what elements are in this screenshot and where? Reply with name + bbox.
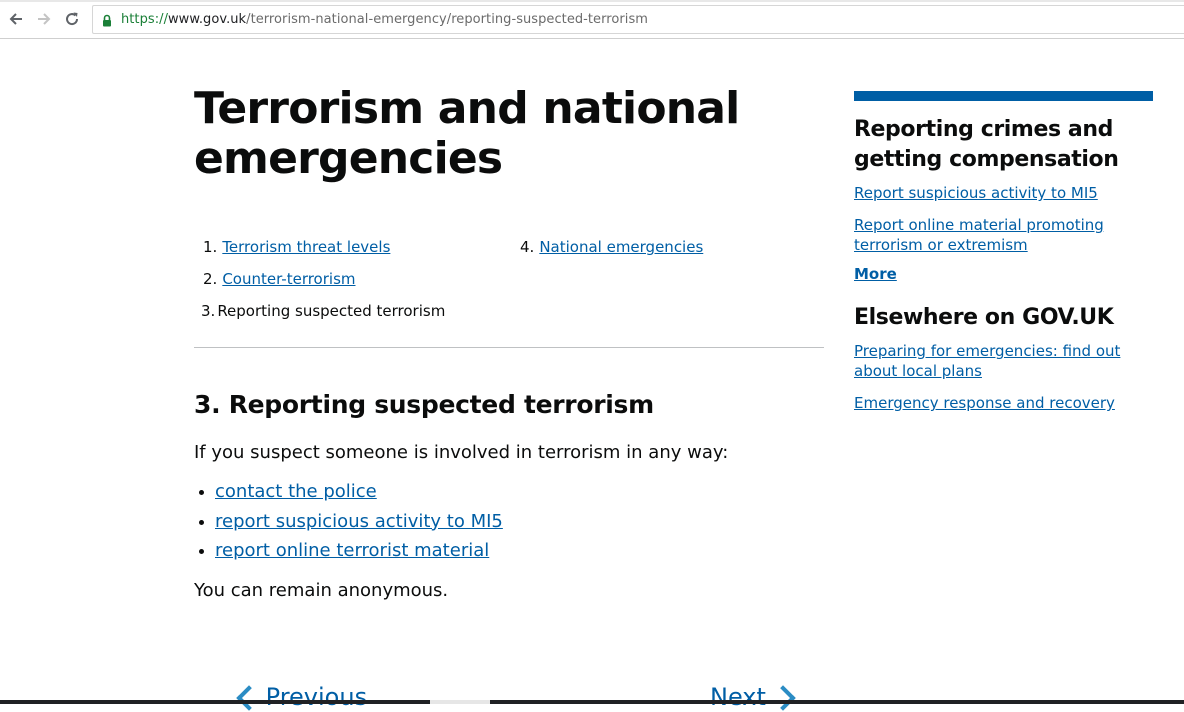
url-host: www.gov.uk bbox=[168, 12, 247, 27]
list-item: Report suspicious activity to MI5 bbox=[854, 183, 1154, 203]
url-scheme: https:// bbox=[121, 12, 168, 27]
address-bar[interactable]: https://www.gov.uk/terrorism-national-em… bbox=[92, 5, 1184, 34]
next-page-link[interactable]: Next bbox=[710, 682, 796, 712]
reload-button[interactable] bbox=[61, 8, 83, 30]
contents-link-threat-levels[interactable]: Terrorism threat levels bbox=[222, 238, 390, 256]
contents-current-label: Reporting suspected terrorism bbox=[217, 302, 446, 320]
reporting-links-list: contact the police report suspicious act… bbox=[194, 479, 503, 568]
contents-number: 2. bbox=[203, 270, 218, 288]
sidebar-link-online-material[interactable]: Report online material promoting terrori… bbox=[854, 216, 1104, 254]
sidebar-link-preparing-emergencies[interactable]: Preparing for emergencies: find out abou… bbox=[854, 342, 1120, 380]
taskbar-edge bbox=[0, 700, 1184, 704]
section-heading: 3. Reporting suspected terrorism bbox=[194, 390, 654, 419]
contents-link-national-emergencies[interactable]: National emergencies bbox=[539, 238, 703, 256]
next-label: Next bbox=[710, 683, 766, 711]
taskbar-item bbox=[430, 700, 490, 704]
back-button[interactable] bbox=[5, 8, 27, 30]
outro-text: You can remain anonymous. bbox=[194, 580, 449, 601]
contents-number: 4. bbox=[520, 238, 535, 256]
contents-number: 3. bbox=[201, 302, 216, 320]
url-path: /terrorism-national-emergency/reporting-… bbox=[246, 12, 648, 27]
contents-item-4: 4. National emergencies bbox=[520, 236, 703, 258]
chevron-right-icon bbox=[769, 685, 796, 711]
back-arrow-icon bbox=[9, 13, 22, 25]
list-item: Emergency response and recovery bbox=[854, 393, 1154, 413]
previous-page-link[interactable]: Previous bbox=[236, 682, 368, 712]
lock-icon bbox=[101, 13, 113, 27]
list-item: Preparing for emergencies: find out abou… bbox=[854, 341, 1154, 381]
sidebar-more-link[interactable]: More bbox=[854, 265, 1154, 283]
list-item: report online terrorist material bbox=[194, 538, 503, 568]
sidebar-links-elsewhere: Preparing for emergencies: find out abou… bbox=[854, 341, 1154, 413]
list-item: Report online material promoting terrori… bbox=[854, 215, 1154, 255]
bullet-icon bbox=[199, 490, 204, 495]
chevron-left-icon bbox=[236, 685, 262, 711]
url-text[interactable]: https://www.gov.uk/terrorism-national-em… bbox=[121, 12, 648, 27]
sidebar-accent-bar bbox=[854, 91, 1153, 101]
tab-strip-edge bbox=[0, 0, 1184, 2]
sidebar-heading-crimes: Reporting crimes and getting compensatio… bbox=[854, 117, 1119, 172]
related-content-sidebar: Reporting crimes and getting compensatio… bbox=[854, 91, 1154, 425]
sidebar-link-report-mi5[interactable]: Report suspicious activity to MI5 bbox=[854, 184, 1098, 202]
contents-number: 1. bbox=[203, 238, 218, 256]
forward-arrow-icon bbox=[38, 13, 51, 25]
browser-toolbar: https://www.gov.uk/terrorism-national-em… bbox=[0, 0, 1184, 39]
page-title: Terrorism and national emergencies bbox=[194, 83, 740, 184]
intro-text: If you suspect someone is involved in te… bbox=[194, 442, 729, 463]
list-item: report suspicious activity to MI5 bbox=[194, 509, 503, 539]
contents-link-counter-terrorism[interactable]: Counter-terrorism bbox=[222, 270, 355, 288]
report-mi5-link[interactable]: report suspicious activity to MI5 bbox=[215, 511, 503, 532]
reload-icon bbox=[66, 12, 79, 26]
bullet-icon bbox=[199, 549, 204, 554]
sidebar-link-emergency-response[interactable]: Emergency response and recovery bbox=[854, 394, 1115, 412]
list-item: contact the police bbox=[194, 479, 503, 509]
forward-button[interactable] bbox=[33, 8, 55, 30]
previous-label: Previous bbox=[265, 683, 368, 711]
sidebar-heading-elsewhere: Elsewhere on GOV.UK bbox=[854, 305, 1114, 330]
contents-item-3-current: 3. Reporting suspected terrorism bbox=[201, 300, 445, 322]
contents-item-1: 1. Terrorism threat levels bbox=[203, 236, 390, 258]
contact-police-link[interactable]: contact the police bbox=[215, 481, 377, 502]
contents-item-2: 2. Counter-terrorism bbox=[203, 268, 356, 290]
report-online-material-link[interactable]: report online terrorist material bbox=[215, 540, 489, 561]
sidebar-links-crimes: Report suspicious activity to MI5 Report… bbox=[854, 183, 1154, 255]
section-divider bbox=[194, 347, 824, 348]
bullet-icon bbox=[199, 519, 204, 525]
